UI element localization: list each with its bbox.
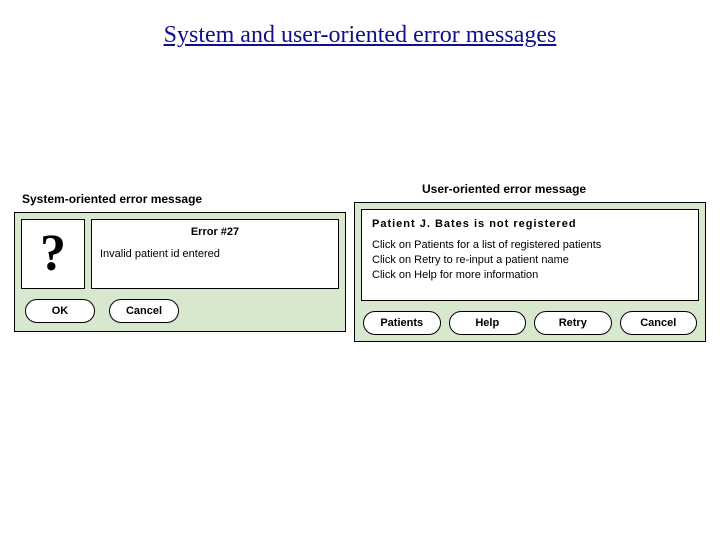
user-instruction-3: Click on Help for more information (372, 268, 688, 283)
system-error-title: Error #27 (100, 226, 330, 238)
user-error-dialog: Patient J. Bates is not registered Click… (354, 202, 706, 342)
ok-button[interactable]: OK (25, 299, 95, 323)
question-icon: ? (21, 219, 85, 289)
system-error-body: Invalid patient id entered (100, 248, 330, 260)
page-title: System and user-oriented error messages (0, 0, 720, 49)
system-caption: System-oriented error message (22, 192, 202, 206)
user-instruction-2: Click on Retry to re-input a patient nam… (372, 253, 688, 268)
user-error-heading: Patient J. Bates is not registered (372, 218, 688, 230)
cancel-button[interactable]: Cancel (620, 311, 698, 335)
user-caption: User-oriented error message (422, 182, 586, 196)
system-error-dialog: ? Error #27 Invalid patient id entered O… (14, 212, 346, 332)
patients-button[interactable]: Patients (363, 311, 441, 335)
user-instruction-1: Click on Patients for a list of register… (372, 238, 688, 253)
cancel-button[interactable]: Cancel (109, 299, 179, 323)
question-mark-glyph: ? (40, 228, 66, 280)
user-message-box: Patient J. Bates is not registered Click… (361, 209, 699, 301)
retry-button[interactable]: Retry (534, 311, 612, 335)
help-button[interactable]: Help (449, 311, 527, 335)
system-message-box: Error #27 Invalid patient id entered (91, 219, 339, 289)
